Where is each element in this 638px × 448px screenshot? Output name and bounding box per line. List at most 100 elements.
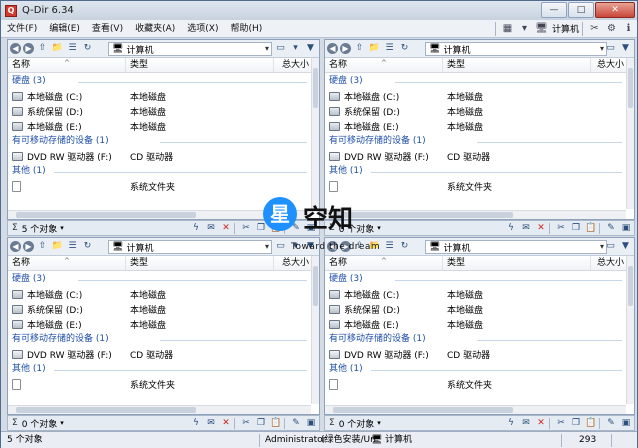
filter-icon[interactable]: ▼	[619, 42, 632, 55]
list-item[interactable]: 系统保留 (D:) 本地磁盘	[325, 104, 626, 119]
scroll-thumb[interactable]	[16, 407, 196, 413]
group-removable[interactable]: 有可移动存储的设备 (1)	[325, 332, 626, 347]
menu-help[interactable]: 帮助(H)	[225, 20, 269, 38]
list-item[interactable]: 系统文件夹	[325, 377, 626, 392]
delete-icon[interactable]: ✕	[535, 222, 547, 234]
list-item[interactable]: 本地磁盘 (E:) 本地磁盘	[8, 119, 311, 134]
computer-icon[interactable]: 🖥	[534, 21, 549, 36]
layout-icon[interactable]: ▦	[500, 21, 515, 36]
maximize-button[interactable]: □	[568, 2, 594, 18]
list-item[interactable]: 本地磁盘 (C:) 本地磁盘	[8, 89, 311, 104]
horizontal-scrollbar[interactable]	[8, 405, 311, 414]
address-bar[interactable]: 🖥 计算机 ▾	[108, 240, 272, 254]
column-type[interactable]: 类型	[126, 58, 274, 72]
view-mode-icon[interactable]: ☰	[66, 42, 79, 55]
list-item[interactable]: 系统文件夹	[325, 179, 626, 194]
tools-icon[interactable]: ✂	[587, 21, 602, 36]
new-folder-icon[interactable]: 📁	[51, 42, 64, 55]
list-item[interactable]: DVD RW 驱动器 (F:) CD 驱动器	[325, 347, 626, 362]
lightning-icon[interactable]: ϟ	[505, 222, 517, 234]
group-other[interactable]: 其他 (1)	[325, 164, 626, 179]
column-size[interactable]: 总大小	[274, 58, 311, 72]
filter-icon[interactable]: ▼	[619, 240, 632, 253]
vertical-scrollbar[interactable]	[311, 256, 319, 404]
column-type[interactable]: 类型	[443, 256, 591, 270]
cut-icon[interactable]: ✂	[555, 417, 567, 429]
lightning-icon[interactable]: ϟ	[190, 222, 202, 234]
cut-icon[interactable]: ✂	[555, 222, 567, 234]
mail-icon[interactable]: ✉	[520, 417, 532, 429]
lightning-icon[interactable]: ϟ	[505, 417, 517, 429]
column-name[interactable]: 名称 ^	[8, 58, 126, 72]
column-name[interactable]: 名称 ^	[8, 256, 126, 270]
list-item[interactable]: 系统保留 (D:) 本地磁盘	[325, 302, 626, 317]
new-folder-icon[interactable]: 📁	[51, 240, 64, 253]
list-item[interactable]: 本地磁盘 (E:) 本地磁盘	[8, 317, 311, 332]
horizontal-scrollbar[interactable]	[325, 405, 626, 414]
edit-icon[interactable]: ✎	[290, 417, 302, 429]
scroll-thumb[interactable]	[313, 68, 318, 108]
forward-icon[interactable]: ▶	[23, 241, 34, 252]
close-button[interactable]: ✕	[595, 2, 635, 18]
properties-icon[interactable]: ▣	[620, 417, 632, 429]
column-size[interactable]: 总大小	[591, 58, 626, 72]
refresh-icon[interactable]: ↻	[81, 42, 94, 55]
paste-icon[interactable]: 📋	[585, 222, 597, 234]
edit-icon[interactable]: ✎	[605, 222, 617, 234]
column-type[interactable]: 类型	[126, 256, 274, 270]
mail-icon[interactable]: ✉	[520, 222, 532, 234]
display-icon[interactable]: ▭	[274, 42, 287, 55]
menu-options[interactable]: 选项(X)	[181, 20, 224, 38]
list-item[interactable]: DVD RW 驱动器 (F:) CD 驱动器	[8, 149, 311, 164]
paste-icon[interactable]: 📋	[585, 417, 597, 429]
list-item[interactable]: 本地磁盘 (C:) 本地磁盘	[325, 287, 626, 302]
lightning-icon[interactable]: ϟ	[190, 417, 202, 429]
copy-icon[interactable]: ❐	[570, 222, 582, 234]
menu-file[interactable]: 文件(F)	[1, 20, 43, 38]
list-item[interactable]: 本地磁盘 (E:) 本地磁盘	[325, 317, 626, 332]
back-icon[interactable]: ◀	[10, 43, 21, 54]
settings-icon[interactable]: ⚙	[604, 21, 619, 36]
cut-icon[interactable]: ✂	[240, 222, 252, 234]
scroll-thumb[interactable]	[313, 266, 318, 306]
group-hard-disk[interactable]: 硬盘 (3)	[325, 272, 626, 287]
group-removable[interactable]: 有可移动存储的设备 (1)	[8, 332, 311, 347]
chevron-down-icon[interactable]: ▾	[289, 42, 302, 55]
menu-view[interactable]: 查看(V)	[86, 20, 129, 38]
properties-icon[interactable]: ▣	[305, 417, 317, 429]
list-item[interactable]: 本地磁盘 (C:) 本地磁盘	[8, 287, 311, 302]
layout-dropdown-icon[interactable]: ▾	[517, 21, 532, 36]
list-item[interactable]: 系统文件夹	[8, 377, 311, 392]
list-item[interactable]: 本地磁盘 (E:) 本地磁盘	[325, 119, 626, 134]
list-item[interactable]: 本地磁盘 (C:) 本地磁盘	[325, 89, 626, 104]
scroll-thumb[interactable]	[628, 68, 633, 108]
group-other[interactable]: 其他 (1)	[8, 362, 311, 377]
mail-icon[interactable]: ✉	[205, 417, 217, 429]
group-hard-disk[interactable]: 硬盘 (3)	[8, 272, 311, 287]
filter-icon[interactable]: ▼	[304, 42, 317, 55]
menu-edit[interactable]: 编辑(E)	[43, 20, 86, 38]
scroll-thumb[interactable]	[16, 212, 196, 218]
chevron-down-icon[interactable]: ▾	[60, 224, 64, 232]
refresh-icon[interactable]: ↻	[398, 42, 411, 55]
computer-shortcut-label[interactable]: 计算机	[552, 22, 579, 35]
list-item[interactable]: DVD RW 驱动器 (F:) CD 驱动器	[325, 149, 626, 164]
list-item[interactable]: 系统文件夹	[8, 179, 311, 194]
address-bar[interactable]: 🖥 计算机 ▾	[108, 42, 272, 56]
mail-icon[interactable]: ✉	[205, 222, 217, 234]
chevron-down-icon[interactable]: ▾	[377, 419, 381, 427]
scroll-thumb[interactable]	[628, 266, 633, 306]
cut-icon[interactable]: ✂	[240, 417, 252, 429]
refresh-icon[interactable]: ↻	[81, 240, 94, 253]
delete-icon[interactable]: ✕	[220, 222, 232, 234]
column-size[interactable]: 总大小	[274, 256, 311, 270]
column-name[interactable]: 名称 ^	[325, 256, 443, 270]
view-mode-icon[interactable]: ☰	[383, 42, 396, 55]
up-folder-icon[interactable]: ⇧	[353, 42, 366, 55]
address-bar[interactable]: 🖥 计算机 ▾	[425, 42, 607, 56]
edit-icon[interactable]: ✎	[605, 417, 617, 429]
vertical-scrollbar[interactable]	[626, 58, 634, 209]
back-icon[interactable]: ◀	[327, 43, 338, 54]
group-hard-disk[interactable]: 硬盘 (3)	[8, 74, 311, 89]
display-icon[interactable]: ▭	[604, 42, 617, 55]
